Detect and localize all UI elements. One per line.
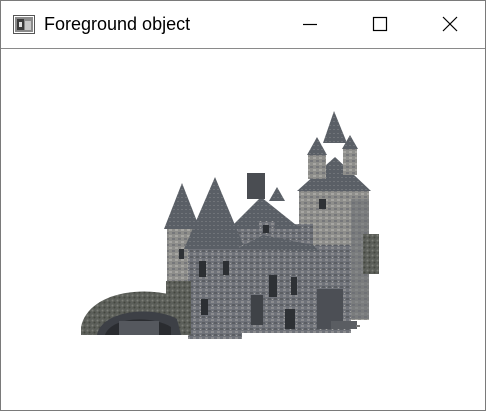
lower-wing [237,235,351,333]
app-window: Foreground object [0,0,486,411]
close-button[interactable] [415,1,485,48]
castle-image [81,111,379,339]
minimize-icon [303,23,317,26]
title-bar[interactable]: Foreground object [1,1,485,49]
maximize-icon [372,16,388,32]
image-canvas [1,49,485,410]
close-icon [442,16,458,32]
rubble-speck [356,325,360,327]
front-tower [184,177,245,339]
maximize-button[interactable] [345,1,415,48]
window-title: Foreground object [44,14,191,34]
minimize-button[interactable] [275,1,345,48]
arched-gate [81,281,191,335]
rubble [331,321,357,329]
app-icon[interactable] [13,15,35,34]
